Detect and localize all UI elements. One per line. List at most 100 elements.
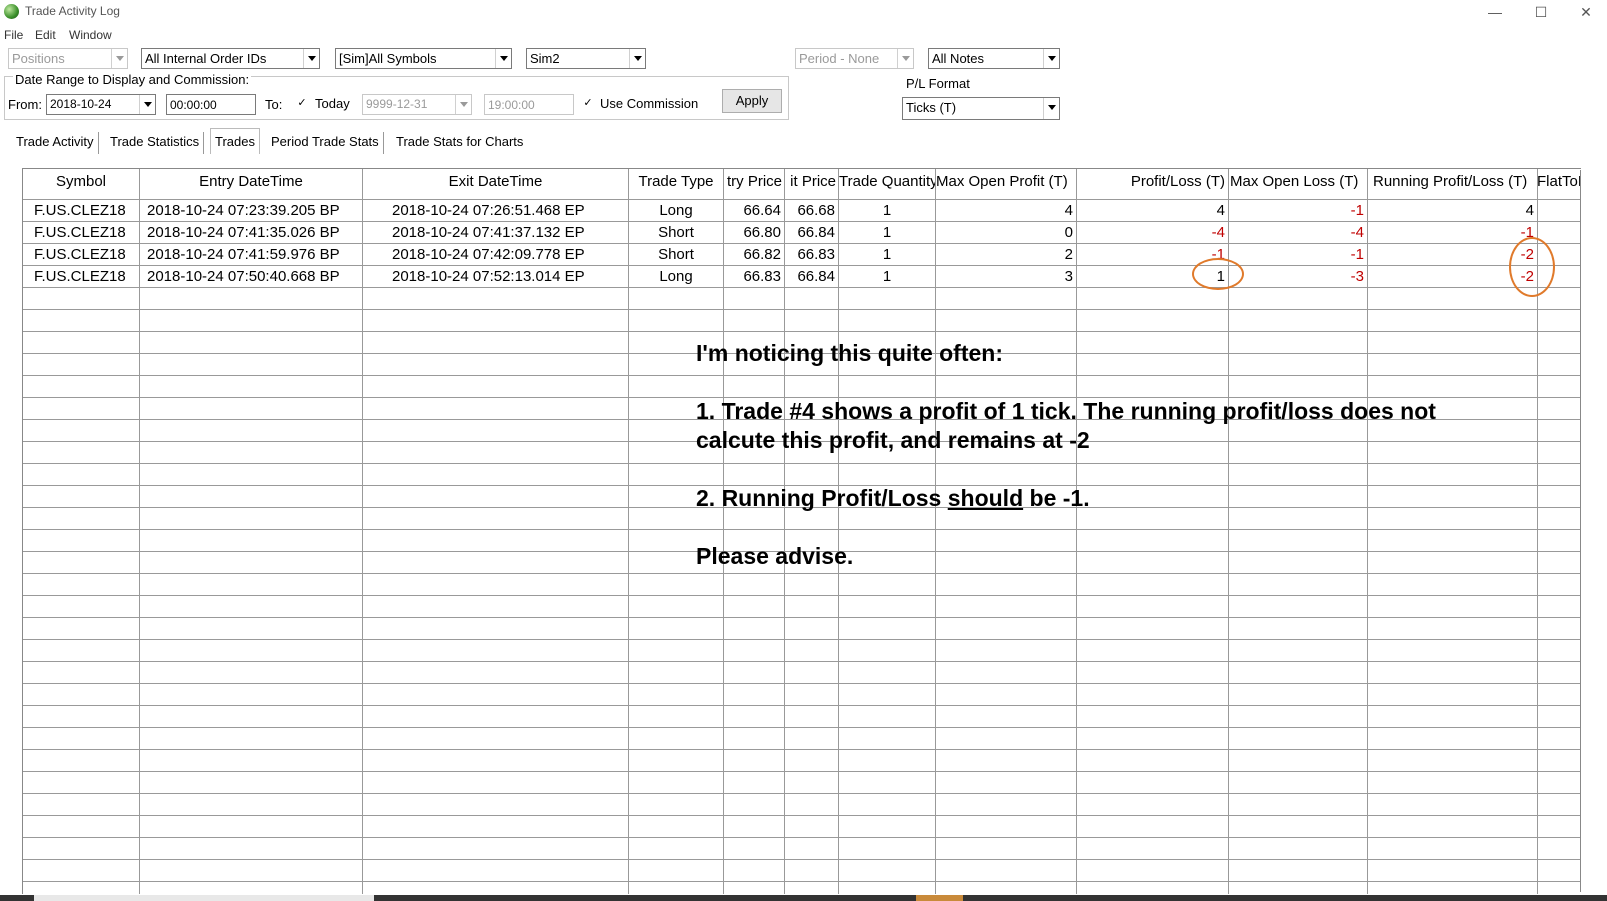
notes-dropdown[interactable]: All Notes bbox=[928, 48, 1060, 69]
annotation-underlined: should bbox=[947, 485, 1024, 511]
table-cell-exit-price: 66.84 bbox=[797, 224, 835, 241]
scrollbar-track bbox=[34, 895, 374, 901]
grid-row-line bbox=[23, 661, 1581, 662]
grid-row-line bbox=[23, 639, 1581, 640]
account-dropdown[interactable]: Sim2 bbox=[526, 48, 646, 69]
table-cell-exit-price: 66.68 bbox=[797, 202, 835, 219]
period-value: Period - None bbox=[799, 51, 880, 66]
column-header-trade-type[interactable]: Trade Type bbox=[629, 171, 723, 193]
apply-button[interactable]: Apply bbox=[722, 89, 782, 113]
column-header-entry-datetime[interactable]: Entry DateTime bbox=[140, 171, 362, 193]
annotation-line: Please advise. bbox=[696, 543, 854, 569]
table-cell-trade-quantity: 1 bbox=[882, 268, 892, 285]
annotation-line: 1. Trade #4 shows a profit of 1 tick. Th… bbox=[696, 398, 1436, 424]
grid-row-line bbox=[23, 815, 1581, 816]
pl-format-value: Ticks (T) bbox=[906, 100, 957, 115]
from-time-value: 00:00:00 bbox=[170, 98, 217, 112]
column-header-entry-price[interactable]: try Price bbox=[724, 171, 782, 193]
chevron-down-icon bbox=[455, 95, 471, 114]
menu-window[interactable]: Window bbox=[69, 28, 112, 42]
table-cell-trade-quantity: 1 bbox=[882, 224, 892, 241]
table-cell-running-profit-loss: 4 bbox=[1525, 202, 1534, 219]
minimize-button[interactable]: — bbox=[1472, 0, 1518, 24]
today-checkbox[interactable]: ✓ bbox=[296, 98, 308, 110]
annotation-line: calcute this profit, and remains at -2 bbox=[696, 427, 1090, 453]
table-cell-trade-type: Long bbox=[659, 268, 693, 285]
table-cell-max-open-loss: -4 bbox=[1350, 224, 1364, 241]
order-ids-value: All Internal Order IDs bbox=[145, 51, 267, 66]
grid-row-line bbox=[23, 573, 1581, 574]
chevron-down-icon bbox=[1043, 49, 1059, 68]
use-commission-label: Use Commission bbox=[600, 96, 699, 111]
from-date-picker[interactable]: 2018-10-24 bbox=[46, 94, 156, 115]
column-header-trade-quantity[interactable]: Trade Quantity bbox=[839, 171, 935, 193]
table-cell-trade-type: Long bbox=[659, 202, 693, 219]
to-time-value: 19:00:00 bbox=[488, 98, 535, 112]
grid-divider bbox=[139, 169, 140, 894]
column-header-exit-price[interactable]: it Price bbox=[785, 171, 836, 193]
today-label: Today bbox=[315, 96, 350, 111]
column-header-max-open-profit[interactable]: Max Open Profit (T) bbox=[936, 171, 1076, 193]
pl-format-label: P/L Format bbox=[906, 76, 970, 91]
column-header-flat-to-flat[interactable]: FlatToF bbox=[1537, 171, 1581, 193]
grid-right-border bbox=[1580, 170, 1581, 892]
pl-format-dropdown[interactable]: Ticks (T) bbox=[902, 97, 1060, 120]
maximize-button[interactable]: ☐ bbox=[1518, 0, 1564, 24]
symbols-dropdown[interactable]: [Sim]All Symbols bbox=[335, 48, 512, 69]
table-cell-entry-datetime: 2018-10-24 07:41:35.026 BP bbox=[147, 224, 340, 241]
to-time-field[interactable]: 19:00:00 bbox=[484, 94, 574, 115]
highlight-circle-running bbox=[1509, 237, 1555, 297]
to-date-picker[interactable]: 9999-12-31 bbox=[362, 94, 472, 115]
from-time-field[interactable]: 00:00:00 bbox=[166, 94, 256, 115]
tab-trades[interactable]: Trades bbox=[210, 128, 260, 154]
menu-file[interactable]: File bbox=[4, 28, 23, 42]
column-header-exit-datetime[interactable]: Exit DateTime bbox=[363, 171, 628, 193]
table-cell-exit-datetime: 2018-10-24 07:41:37.132 EP bbox=[392, 224, 585, 241]
chevron-down-icon bbox=[629, 49, 645, 68]
chevron-down-icon bbox=[303, 49, 319, 68]
table-cell-running-profit-loss: -1 bbox=[1520, 224, 1534, 241]
close-button[interactable]: ✕ bbox=[1563, 0, 1607, 24]
date-range-title: Date Range to Display and Commission: bbox=[13, 72, 252, 87]
chevron-down-icon bbox=[139, 95, 155, 114]
tab-trade-stats-for-charts[interactable]: Trade Stats for Charts bbox=[392, 132, 527, 154]
table-cell-trade-quantity: 1 bbox=[882, 202, 892, 219]
grid-row-line bbox=[23, 331, 1581, 332]
table-cell-exit-datetime: 2018-10-24 07:42:09.778 EP bbox=[392, 246, 585, 263]
column-header-symbol[interactable]: Symbol bbox=[23, 171, 139, 193]
grid-row-line bbox=[23, 859, 1581, 860]
table-cell-entry-price: 66.82 bbox=[743, 246, 781, 263]
table-cell-entry-price: 66.64 bbox=[743, 202, 781, 219]
column-header-running-profit-loss[interactable]: Running Profit/Loss (T) bbox=[1373, 171, 1537, 193]
column-header-profit-loss[interactable]: Profit/Loss (T) bbox=[1077, 171, 1225, 193]
use-commission-checkbox[interactable]: ✓ bbox=[582, 98, 594, 110]
period-dropdown[interactable]: Period - None bbox=[795, 48, 914, 69]
table-cell-symbol: F.US.CLEZ18 bbox=[34, 224, 126, 241]
grid-row-line bbox=[23, 749, 1581, 750]
table-cell-symbol: F.US.CLEZ18 bbox=[34, 268, 126, 285]
table-cell-entry-datetime: 2018-10-24 07:23:39.205 BP bbox=[147, 202, 340, 219]
table-cell-symbol: F.US.CLEZ18 bbox=[34, 202, 126, 219]
app-globe-icon bbox=[4, 4, 19, 19]
menu-edit[interactable]: Edit bbox=[35, 28, 56, 42]
tab-trade-statistics[interactable]: Trade Statistics bbox=[106, 132, 205, 154]
table-cell-max-open-loss: -1 bbox=[1350, 246, 1364, 263]
grid-row-line bbox=[23, 837, 1581, 838]
window-title: Trade Activity Log bbox=[25, 4, 120, 18]
grid-row-line bbox=[23, 309, 1581, 310]
grid-row-line bbox=[23, 683, 1581, 684]
horizontal-scrollbar[interactable] bbox=[0, 895, 1607, 901]
order-ids-dropdown[interactable]: All Internal Order IDs bbox=[141, 48, 320, 69]
grid-row-line bbox=[23, 617, 1581, 618]
scrollbar-thumb[interactable] bbox=[916, 895, 963, 901]
table-cell-entry-datetime: 2018-10-24 07:41:59.976 BP bbox=[147, 246, 340, 263]
tab-period-trade-stats[interactable]: Period Trade Stats bbox=[267, 132, 384, 154]
grid-row-line bbox=[23, 705, 1581, 706]
from-date-value: 2018-10-24 bbox=[50, 97, 112, 111]
positions-dropdown[interactable]: Positions bbox=[8, 48, 128, 69]
table-cell-profit-loss: 4 bbox=[1216, 202, 1225, 219]
column-header-max-open-loss[interactable]: Max Open Loss (T) bbox=[1230, 171, 1367, 193]
table-cell-exit-datetime: 2018-10-24 07:26:51.468 EP bbox=[392, 202, 585, 219]
table-cell-exit-datetime: 2018-10-24 07:52:13.014 EP bbox=[392, 268, 585, 285]
tab-trade-activity[interactable]: Trade Activity bbox=[12, 132, 99, 154]
